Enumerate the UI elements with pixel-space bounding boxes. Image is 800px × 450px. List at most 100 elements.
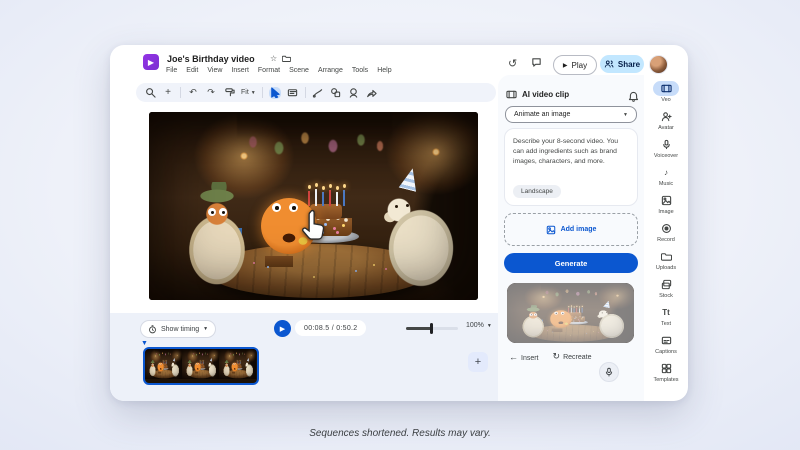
scene-puppet-middle (232, 363, 238, 372)
rail-item-veo[interactable]: Veo (646, 81, 686, 103)
scene-candles (236, 361, 241, 364)
voice-input-button[interactable] (599, 362, 619, 382)
scene-puppet-middle (195, 363, 201, 372)
zoom-level-select[interactable]: 100% ▼ (466, 322, 492, 329)
video-scene (182, 349, 219, 379)
film-sparkle-icon (653, 81, 679, 96)
rail-item-label: Uploads (656, 265, 676, 271)
menubar: File Edit View Insert Format Scene Arrange Tool… (166, 67, 392, 74)
scene-table-confetti (230, 370, 248, 375)
fit-zoom-select[interactable]: Fit▼ (241, 89, 256, 96)
insert-recreate-row: ←Insert ↻Recreate (509, 351, 591, 362)
sidebar-rail: Veo Avatar Voiceover ♪Music Image Record Uploa… (644, 81, 688, 401)
templates-grid-icon (653, 361, 679, 376)
timeline-play-button[interactable]: ▶ (274, 320, 291, 337)
scene-shelves (145, 350, 151, 374)
menu-view[interactable]: View (207, 67, 222, 74)
rail-item-text[interactable]: TtText (646, 305, 686, 327)
scene-hanging-flowers (155, 349, 172, 357)
scene-party-hat (210, 358, 213, 362)
prompt-card[interactable]: Describe your 8-second video. You can ad… (504, 128, 638, 206)
add-image-button[interactable]: Add image (504, 213, 638, 246)
rail-item-record[interactable]: Record (646, 221, 686, 243)
menu-insert[interactable]: Insert (231, 67, 249, 74)
generate-button[interactable]: Generate (504, 253, 638, 273)
rail-item-image[interactable]: Image (646, 193, 686, 215)
rail-item-label: Veo (661, 97, 670, 103)
comment-icon[interactable] (531, 57, 542, 72)
rail-item-captions[interactable]: Captions (646, 333, 686, 355)
star-icon[interactable]: ☆ (270, 54, 277, 63)
scene-candles (305, 188, 349, 206)
vids-logo-icon[interactable]: ▶ (143, 54, 159, 70)
menu-format[interactable]: Format (258, 67, 280, 74)
scene-puppet-sheep (207, 360, 218, 378)
timeline-clip-selected[interactable] (143, 347, 259, 385)
arrow-left-icon: ← (509, 352, 518, 362)
scene-cake-plate (161, 368, 168, 370)
generated-clip-thumbnail[interactable] (507, 283, 634, 343)
zoom-add-icon[interactable]: + (162, 87, 174, 99)
mic-wave-icon (653, 137, 679, 152)
shapes-tool-icon[interactable] (330, 87, 342, 99)
textbox-tool-icon[interactable] (287, 87, 299, 99)
paint-format-icon[interactable] (223, 87, 235, 99)
move-folder-icon[interactable] (282, 54, 291, 65)
share-button[interactable]: Share (600, 55, 644, 73)
stock-photos-icon (653, 277, 679, 292)
play-button[interactable]: ▶ Play (553, 55, 597, 75)
aspect-ratio-chip[interactable]: Landscape (513, 185, 561, 198)
share-arrow-icon[interactable] (366, 87, 378, 99)
insert-button[interactable]: ←Insert (509, 352, 539, 362)
rail-item-stock[interactable]: Stock (646, 277, 686, 299)
scene-table (188, 370, 213, 379)
document-title[interactable]: Joe's Birthday video (167, 54, 255, 64)
zoom-slider-thumb[interactable] (430, 323, 433, 334)
version-history-icon[interactable]: ↺ (508, 57, 517, 71)
rail-item-label: Templates (653, 377, 678, 383)
music-note-icon: ♪ (653, 165, 679, 180)
scene-puppet-middle (261, 198, 317, 254)
show-timing-chip[interactable]: Show timing ▼ (140, 320, 216, 338)
rail-item-voiceover[interactable]: Voiceover (646, 137, 686, 159)
select-tool-icon[interactable] (269, 87, 281, 99)
video-scene (149, 112, 478, 300)
add-scene-button[interactable]: + (468, 352, 488, 372)
search-icon[interactable] (144, 87, 156, 99)
microphone-icon (604, 367, 614, 377)
rail-item-label: Image (658, 209, 673, 215)
recreate-button[interactable]: ↻Recreate (553, 351, 592, 362)
menu-arrange[interactable]: Arrange (318, 67, 343, 74)
menu-help[interactable]: Help (377, 67, 391, 74)
scene-birthday-cake (162, 364, 168, 369)
user-avatar[interactable] (649, 55, 668, 74)
scene-cake-plate (198, 368, 205, 370)
video-frame[interactable] (149, 112, 478, 300)
clip-frame (219, 349, 256, 379)
menu-edit[interactable]: Edit (186, 67, 198, 74)
scene-puppet-left (222, 360, 232, 378)
rail-item-uploads[interactable]: Uploads (646, 249, 686, 271)
scene-party-hat (173, 358, 176, 362)
people-icon (604, 59, 614, 69)
menu-scene[interactable]: Scene (289, 67, 309, 74)
rail-item-music[interactable]: ♪Music (646, 165, 686, 187)
scene-shelves (149, 116, 207, 268)
rail-item-avatar[interactable]: Avatar (646, 109, 686, 131)
scene-candles (199, 361, 204, 364)
menu-file[interactable]: File (166, 67, 177, 74)
menu-tools[interactable]: Tools (352, 67, 368, 74)
rail-item-templates[interactable]: Templates (646, 361, 686, 383)
ai-mode-select[interactable]: Animate an image ▼ (505, 106, 637, 123)
pen-tool-icon[interactable] (312, 87, 324, 99)
undo-icon[interactable]: ↶ (187, 87, 199, 99)
scene-puppet-sheep (244, 360, 255, 378)
scene-hanging-flowers (229, 349, 246, 357)
zoom-slider[interactable] (406, 327, 458, 330)
image-icon (546, 225, 556, 235)
redo-icon[interactable]: ↷ (205, 87, 217, 99)
rail-item-label: Music (659, 181, 673, 187)
notifications-bell-icon[interactable] (628, 89, 639, 107)
webcam-record-icon[interactable] (348, 87, 360, 99)
scene-birthday-cake (199, 364, 205, 369)
